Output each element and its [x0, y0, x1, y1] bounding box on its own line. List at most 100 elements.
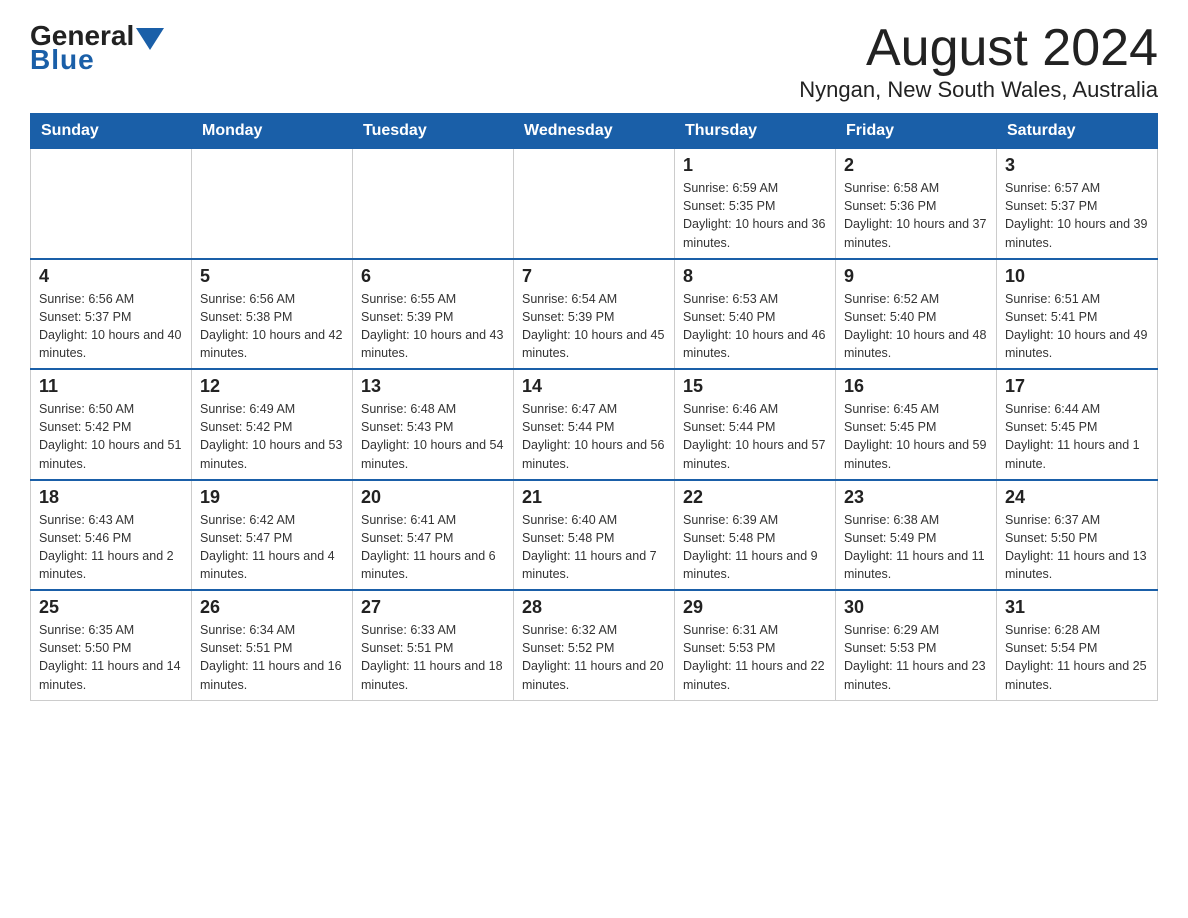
calendar-cell: 21Sunrise: 6:40 AM Sunset: 5:48 PM Dayli… [514, 480, 675, 591]
day-number: 8 [683, 266, 827, 287]
column-header-sunday: Sunday [31, 114, 192, 149]
calendar-cell [192, 149, 353, 259]
column-header-wednesday: Wednesday [514, 114, 675, 149]
calendar-cell: 19 Sunrise: 6:42 AM Sunset: 5:47 PM Dayli… [192, 480, 353, 591]
calendar-cell: 28Sunrise: 6:32 AM Sunset: 5:52 PM Dayli… [514, 590, 675, 700]
day-number: 30 [844, 597, 988, 618]
page-subtitle: Nyngan, New South Wales, Australia [799, 77, 1158, 103]
day-info: Sunrise: 6:59 AM Sunset: 5:35 PM Dayligh… [683, 179, 827, 252]
day-info: Sunrise: 6:47 AM Sunset: 5:44 PM Dayligh… [522, 400, 666, 473]
logo: General Blue [30, 20, 166, 76]
day-number: 29 [683, 597, 827, 618]
calendar-cell: 27 Sunrise: 6:33 AM Sunset: 5:51 PM Dayli… [353, 590, 514, 700]
calendar-cell: 25 Sunrise: 6:35 AM Sunset: 5:50 PM Dayli… [31, 590, 192, 700]
calendar-header-row: SundayMondayTuesdayWednesdayThursdayFrid… [31, 114, 1158, 149]
day-info: Sunrise: 6:46 AM Sunset: 5:44 PM Dayligh… [683, 400, 827, 473]
day-number: 14 [522, 376, 666, 397]
day-info: Sunrise: 6:50 AM Sunset: 5:42 PM Dayligh… [39, 400, 183, 473]
calendar-cell: 23Sunrise: 6:38 AM Sunset: 5:49 PM Dayli… [836, 480, 997, 591]
day-info: Sunrise: 6:55 AM Sunset: 5:39 PM Dayligh… [361, 290, 505, 363]
day-number: 31 [1005, 597, 1149, 618]
day-number: 16 [844, 376, 988, 397]
calendar-cell: 18Sunrise: 6:43 AM Sunset: 5:46 PM Dayli… [31, 480, 192, 591]
calendar-cell [353, 149, 514, 259]
day-info: Sunrise: 6:52 AM Sunset: 5:40 PM Dayligh… [844, 290, 988, 363]
day-info: Sunrise: 6:42 AM Sunset: 5:47 PM Dayligh… [200, 511, 344, 584]
page-title: August 2024 [799, 20, 1158, 77]
day-number: 22 [683, 487, 827, 508]
day-number: 28 [522, 597, 666, 618]
day-number: 19 [200, 487, 344, 508]
day-info: Sunrise: 6:49 AM Sunset: 5:42 PM Dayligh… [200, 400, 344, 473]
day-info: Sunrise: 6:38 AM Sunset: 5:49 PM Dayligh… [844, 511, 988, 584]
day-number: 10 [1005, 266, 1149, 287]
day-number: 25 [39, 597, 183, 618]
day-number: 26 [200, 597, 344, 618]
day-info: Sunrise: 6:44 AM Sunset: 5:45 PM Dayligh… [1005, 400, 1149, 473]
calendar-week-row: 18Sunrise: 6:43 AM Sunset: 5:46 PM Dayli… [31, 480, 1158, 591]
calendar-week-row: 11Sunrise: 6:50 AM Sunset: 5:42 PM Dayli… [31, 369, 1158, 480]
calendar-cell: 14 Sunrise: 6:47 AM Sunset: 5:44 PM Dayli… [514, 369, 675, 480]
page-header: General Blue August 2024 Nyngan, New Sou… [30, 20, 1158, 103]
calendar-cell: 8 Sunrise: 6:53 AM Sunset: 5:40 PM Daylig… [675, 259, 836, 370]
calendar-week-row: 1 Sunrise: 6:59 AM Sunset: 5:35 PM Daylig… [31, 149, 1158, 259]
title-block: August 2024 Nyngan, New South Wales, Aus… [799, 20, 1158, 103]
day-info: Sunrise: 6:34 AM Sunset: 5:51 PM Dayligh… [200, 621, 344, 694]
day-number: 17 [1005, 376, 1149, 397]
day-number: 4 [39, 266, 183, 287]
day-info: Sunrise: 6:56 AM Sunset: 5:38 PM Dayligh… [200, 290, 344, 363]
day-number: 1 [683, 155, 827, 176]
calendar-cell: 20Sunrise: 6:41 AM Sunset: 5:47 PM Dayli… [353, 480, 514, 591]
column-header-monday: Monday [192, 114, 353, 149]
day-info: Sunrise: 6:37 AM Sunset: 5:50 PM Dayligh… [1005, 511, 1149, 584]
day-number: 15 [683, 376, 827, 397]
calendar-cell: 26 Sunrise: 6:34 AM Sunset: 5:51 PM Dayli… [192, 590, 353, 700]
day-info: Sunrise: 6:48 AM Sunset: 5:43 PM Dayligh… [361, 400, 505, 473]
calendar-cell: 31 Sunrise: 6:28 AM Sunset: 5:54 PM Dayli… [997, 590, 1158, 700]
calendar-cell: 15 Sunrise: 6:46 AM Sunset: 5:44 PM Dayli… [675, 369, 836, 480]
day-info: Sunrise: 6:31 AM Sunset: 5:53 PM Dayligh… [683, 621, 827, 694]
day-number: 6 [361, 266, 505, 287]
logo-blue-text: Blue [30, 44, 95, 76]
day-info: Sunrise: 6:39 AM Sunset: 5:48 PM Dayligh… [683, 511, 827, 584]
calendar-cell: 4 Sunrise: 6:56 AM Sunset: 5:37 PM Daylig… [31, 259, 192, 370]
calendar-week-row: 25 Sunrise: 6:35 AM Sunset: 5:50 PM Dayli… [31, 590, 1158, 700]
day-info: Sunrise: 6:51 AM Sunset: 5:41 PM Dayligh… [1005, 290, 1149, 363]
calendar-cell: 12 Sunrise: 6:49 AM Sunset: 5:42 PM Dayli… [192, 369, 353, 480]
logo-triangle-icon [136, 28, 164, 50]
day-number: 24 [1005, 487, 1149, 508]
day-info: Sunrise: 6:54 AM Sunset: 5:39 PM Dayligh… [522, 290, 666, 363]
day-number: 20 [361, 487, 505, 508]
day-info: Sunrise: 6:33 AM Sunset: 5:51 PM Dayligh… [361, 621, 505, 694]
calendar-cell: 30 Sunrise: 6:29 AM Sunset: 5:53 PM Dayli… [836, 590, 997, 700]
day-info: Sunrise: 6:28 AM Sunset: 5:54 PM Dayligh… [1005, 621, 1149, 694]
calendar-cell: 22 Sunrise: 6:39 AM Sunset: 5:48 PM Dayli… [675, 480, 836, 591]
calendar-table: SundayMondayTuesdayWednesdayThursdayFrid… [30, 113, 1158, 701]
column-header-thursday: Thursday [675, 114, 836, 149]
day-number: 5 [200, 266, 344, 287]
calendar-cell: 16 Sunrise: 6:45 AM Sunset: 5:45 PM Dayli… [836, 369, 997, 480]
calendar-cell: 17 Sunrise: 6:44 AM Sunset: 5:45 PM Dayli… [997, 369, 1158, 480]
day-info: Sunrise: 6:58 AM Sunset: 5:36 PM Dayligh… [844, 179, 988, 252]
day-info: Sunrise: 6:35 AM Sunset: 5:50 PM Dayligh… [39, 621, 183, 694]
day-number: 7 [522, 266, 666, 287]
day-number: 27 [361, 597, 505, 618]
column-header-tuesday: Tuesday [353, 114, 514, 149]
calendar-cell: 9Sunrise: 6:52 AM Sunset: 5:40 PM Daylig… [836, 259, 997, 370]
day-info: Sunrise: 6:29 AM Sunset: 5:53 PM Dayligh… [844, 621, 988, 694]
day-info: Sunrise: 6:56 AM Sunset: 5:37 PM Dayligh… [39, 290, 183, 363]
day-number: 3 [1005, 155, 1149, 176]
day-info: Sunrise: 6:43 AM Sunset: 5:46 PM Dayligh… [39, 511, 183, 584]
calendar-cell: 6 Sunrise: 6:55 AM Sunset: 5:39 PM Daylig… [353, 259, 514, 370]
day-info: Sunrise: 6:53 AM Sunset: 5:40 PM Dayligh… [683, 290, 827, 363]
calendar-cell: 13 Sunrise: 6:48 AM Sunset: 5:43 PM Dayli… [353, 369, 514, 480]
calendar-cell [31, 149, 192, 259]
day-number: 13 [361, 376, 505, 397]
calendar-cell: 1 Sunrise: 6:59 AM Sunset: 5:35 PM Daylig… [675, 149, 836, 259]
calendar-cell: 10 Sunrise: 6:51 AM Sunset: 5:41 PM Dayli… [997, 259, 1158, 370]
day-number: 12 [200, 376, 344, 397]
calendar-cell: 11Sunrise: 6:50 AM Sunset: 5:42 PM Dayli… [31, 369, 192, 480]
calendar-cell: 5 Sunrise: 6:56 AM Sunset: 5:38 PM Daylig… [192, 259, 353, 370]
day-info: Sunrise: 6:45 AM Sunset: 5:45 PM Dayligh… [844, 400, 988, 473]
calendar-cell: 29 Sunrise: 6:31 AM Sunset: 5:53 PM Dayli… [675, 590, 836, 700]
